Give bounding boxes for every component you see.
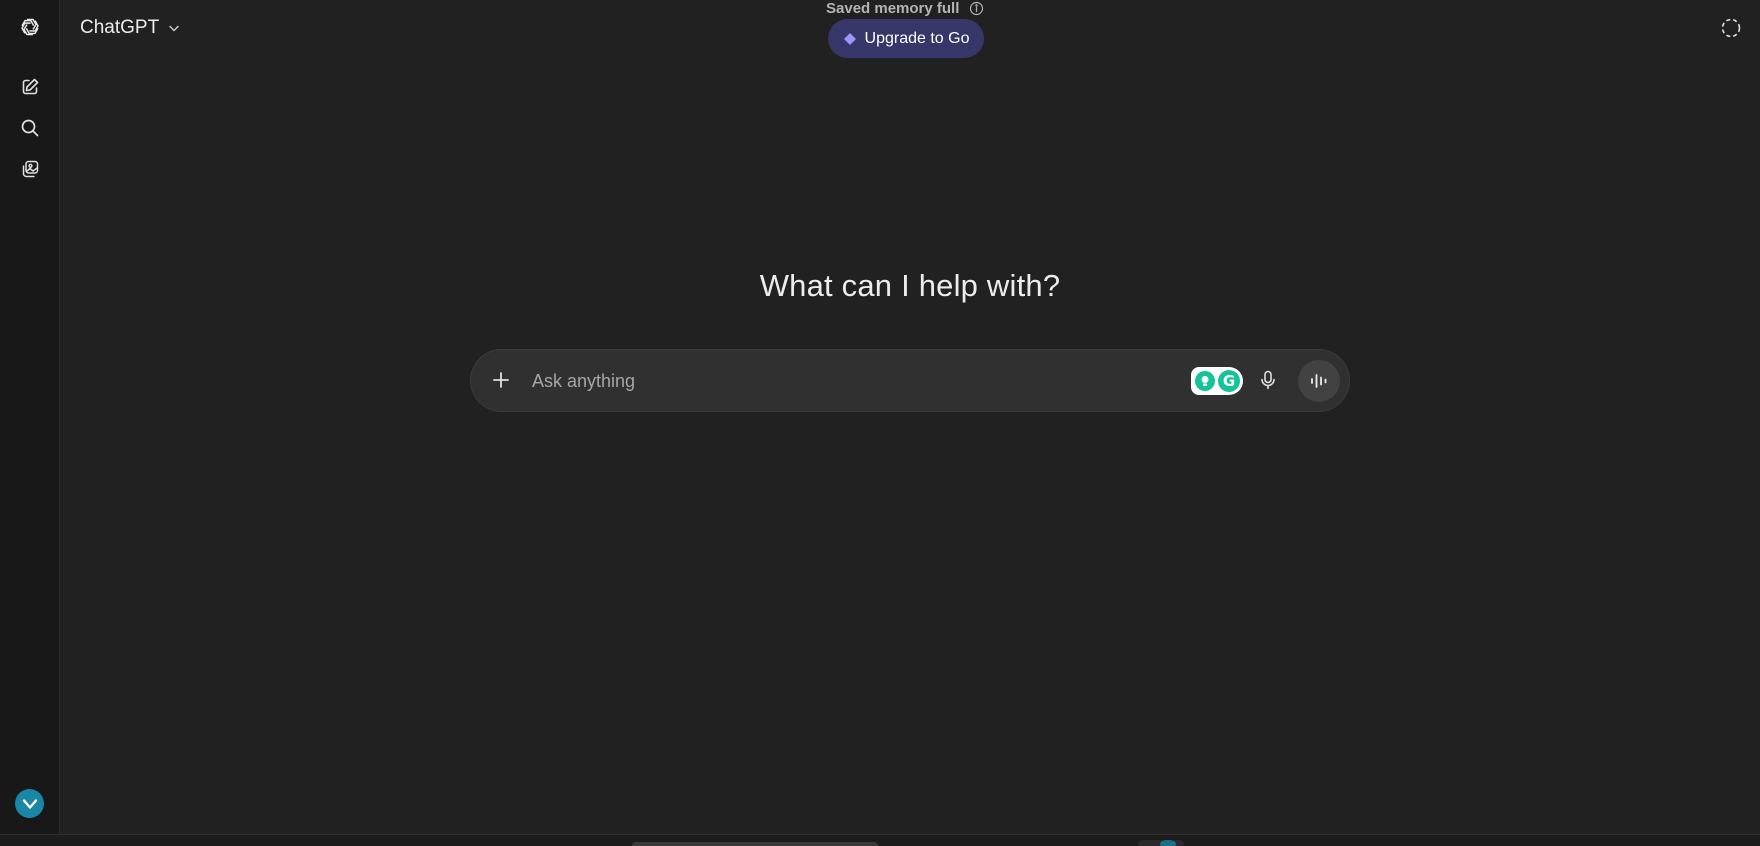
grammarly-g-icon: G (1218, 370, 1240, 392)
prompt-input[interactable] (530, 361, 1134, 401)
search-chats-button[interactable] (15, 113, 45, 143)
edit-icon (22, 78, 39, 95)
voice-waveform-icon (1311, 374, 1327, 388)
temporary-chat-icon (1721, 18, 1741, 38)
extension-logo-icon[interactable] (15, 789, 44, 818)
memory-status-text: Saved memory full (826, 0, 960, 17)
page-title: What can I help with? (759, 268, 1061, 303)
voice-mode-button[interactable] (1298, 360, 1340, 402)
taskbar-strip (0, 834, 1760, 846)
dictate-button[interactable] (1253, 365, 1283, 395)
grammarly-button[interactable]: G (1191, 367, 1243, 395)
library-button[interactable] (15, 154, 45, 184)
taskbar-item (632, 842, 878, 846)
app-window: ChatGPT Saved memory full Upgrade to Go … (0, 0, 1760, 846)
new-chat-button[interactable] (15, 72, 45, 102)
info-icon[interactable] (969, 1, 984, 16)
diamond-icon (843, 32, 856, 45)
upgrade-button[interactable]: Upgrade to Go (828, 19, 984, 58)
search-icon (21, 119, 39, 137)
upgrade-label: Upgrade to Go (864, 29, 970, 47)
temporary-chat-button[interactable] (1716, 13, 1746, 43)
taskbar-item (1138, 840, 1184, 846)
model-name: ChatGPT (80, 17, 160, 38)
composer: G (470, 349, 1350, 412)
memory-notice: Saved memory full (826, 0, 984, 17)
lightbulb-icon (1195, 371, 1215, 391)
add-attachment-button[interactable] (484, 363, 518, 397)
sidebar-rail (0, 0, 60, 834)
openai-logo-icon[interactable] (15, 12, 45, 42)
plus-icon (493, 372, 509, 388)
chevron-down-icon (169, 25, 179, 32)
microphone-icon (1261, 370, 1275, 390)
model-switcher[interactable]: ChatGPT (72, 14, 189, 42)
images-icon (22, 160, 39, 178)
